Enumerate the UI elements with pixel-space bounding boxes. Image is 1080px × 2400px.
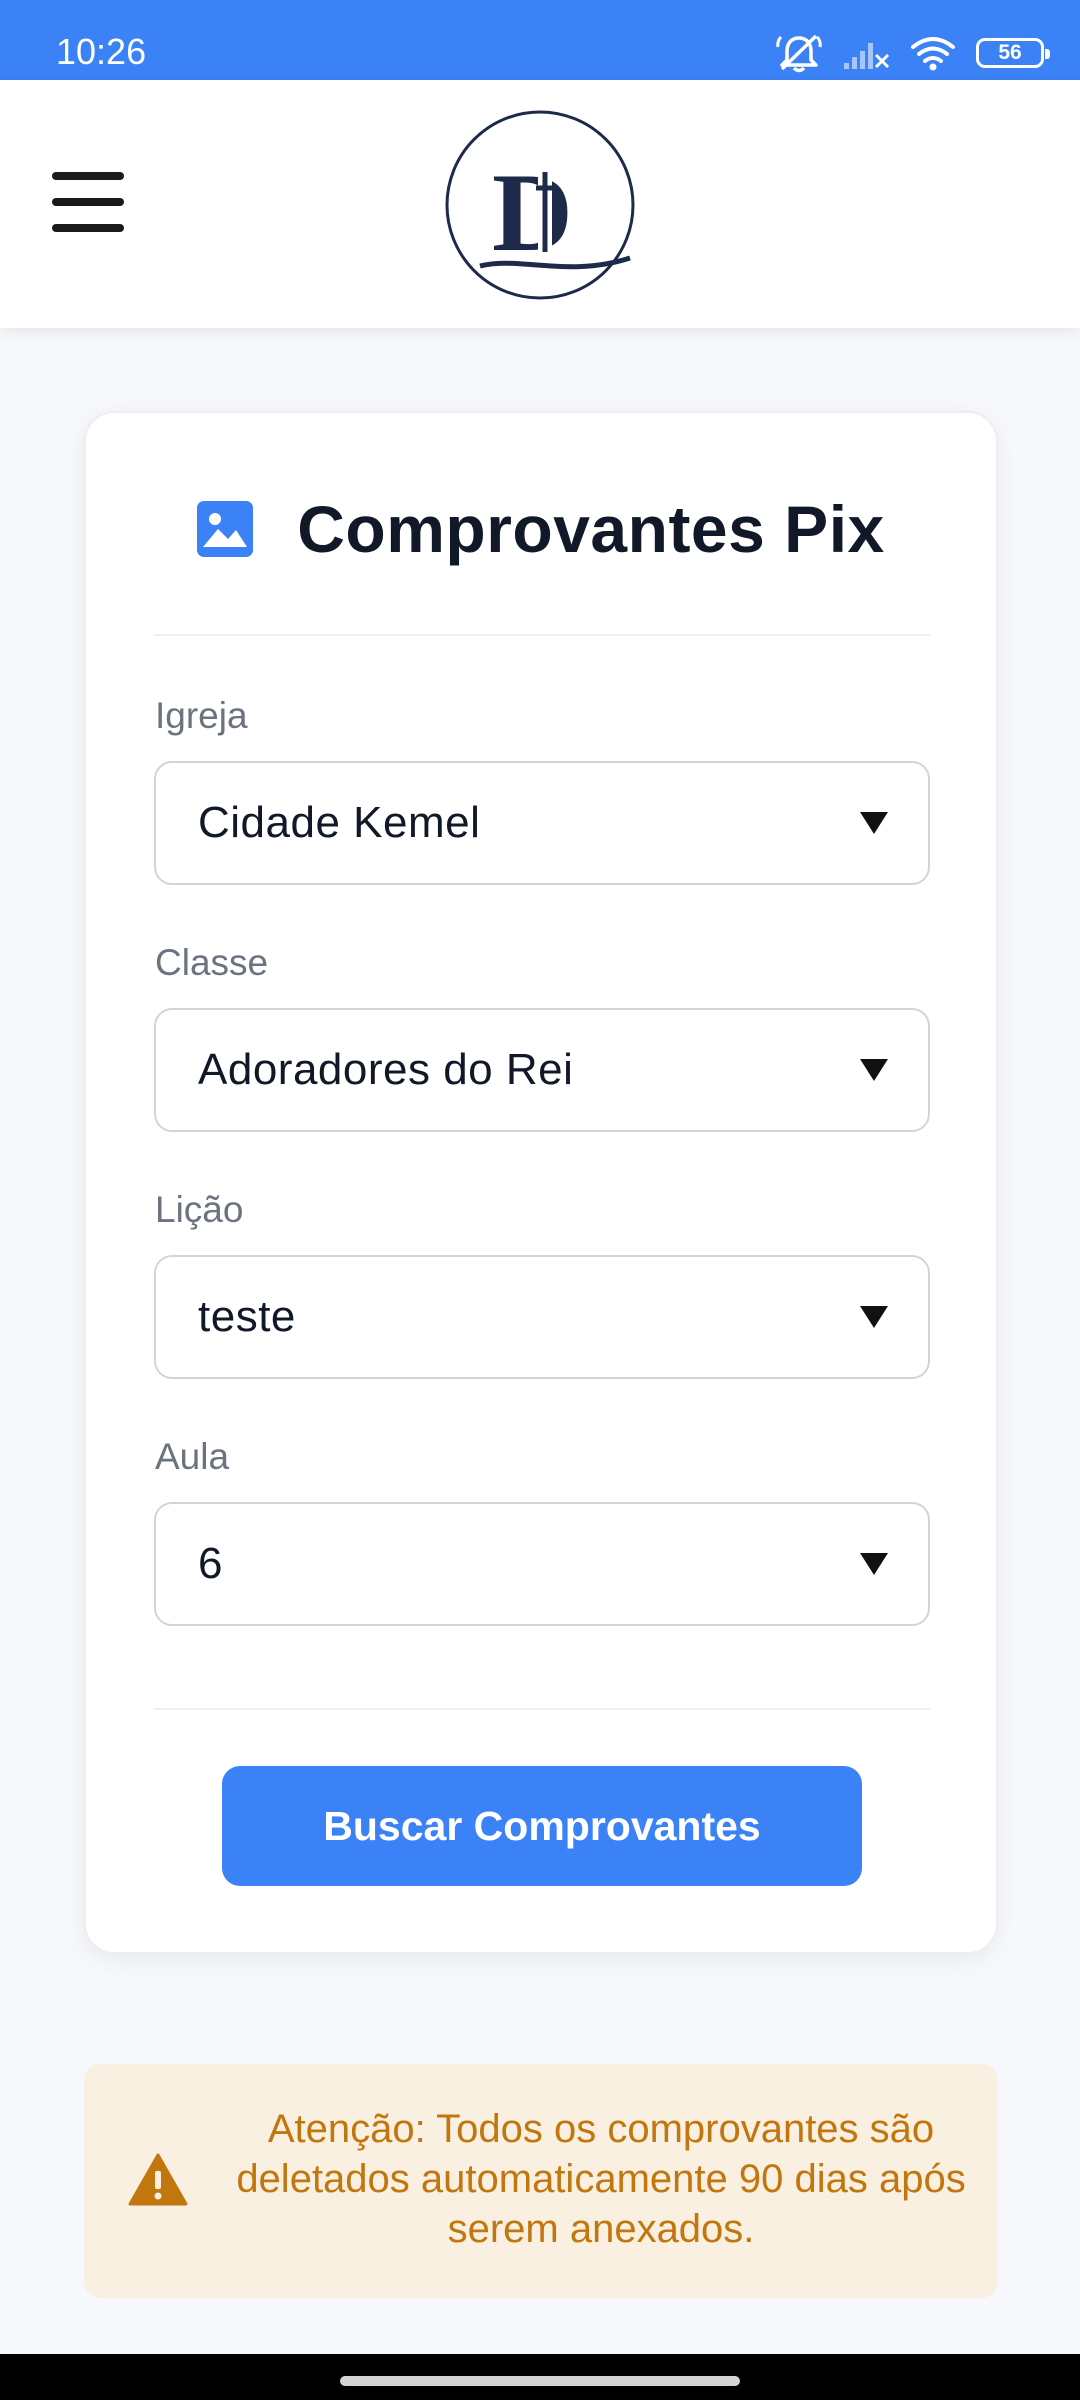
hamburger-menu-icon[interactable] xyxy=(52,172,124,232)
divider xyxy=(154,1708,930,1710)
cellular-signal-icon xyxy=(844,43,890,69)
church-logo[interactable]: D xyxy=(444,108,636,302)
dropdown-arrow-icon xyxy=(860,1306,888,1328)
image-icon xyxy=(197,501,254,557)
status-time: 10:26 xyxy=(56,31,147,72)
system-nav-bar xyxy=(0,2354,1080,2400)
status-bar: 10:26 56 xyxy=(0,0,1080,80)
divider xyxy=(154,634,930,636)
warning-text: Atenção: Todos os comprovantes são delet… xyxy=(236,2107,966,2251)
classe-select[interactable]: Adoradores do Rei xyxy=(154,1008,930,1132)
battery-icon: 56 xyxy=(976,38,1050,68)
classe-label: Classe xyxy=(155,942,269,983)
status-icons: 56 xyxy=(776,28,1050,78)
licao-label: Lição xyxy=(155,1189,244,1230)
logo-letter: D xyxy=(492,151,573,275)
igreja-label: Igreja xyxy=(155,695,248,736)
dropdown-arrow-icon xyxy=(860,1553,888,1575)
licao-select[interactable]: teste xyxy=(154,1255,930,1379)
wifi-icon xyxy=(911,37,955,71)
comprovantes-card: Comprovantes Pix Igreja Cidade Kemel Cla… xyxy=(84,411,998,1954)
igreja-select-value: Cidade Kemel xyxy=(198,798,481,847)
page-title: Comprovantes Pix xyxy=(297,492,885,566)
warning-alert: Atenção: Todos os comprovantes são delet… xyxy=(84,2064,998,2298)
bell-muted-icon xyxy=(776,34,822,73)
dropdown-arrow-icon xyxy=(860,812,888,834)
dropdown-arrow-icon xyxy=(860,1059,888,1081)
battery-level: 56 xyxy=(998,41,1022,64)
igreja-select[interactable]: Cidade Kemel xyxy=(154,761,930,885)
warning-icon xyxy=(128,2153,188,2206)
aula-select[interactable]: 6 xyxy=(154,1502,930,1626)
aula-label: Aula xyxy=(155,1436,230,1477)
buscar-comprovantes-button[interactable]: Buscar Comprovantes xyxy=(222,1766,862,1886)
card-header: Comprovantes Pix xyxy=(86,487,996,571)
aula-select-value: 6 xyxy=(198,1539,223,1588)
licao-select-value: teste xyxy=(198,1292,296,1341)
classe-select-value: Adoradores do Rei xyxy=(198,1045,574,1094)
app-header: D xyxy=(0,80,1080,328)
home-gesture-handle[interactable] xyxy=(340,2376,740,2386)
